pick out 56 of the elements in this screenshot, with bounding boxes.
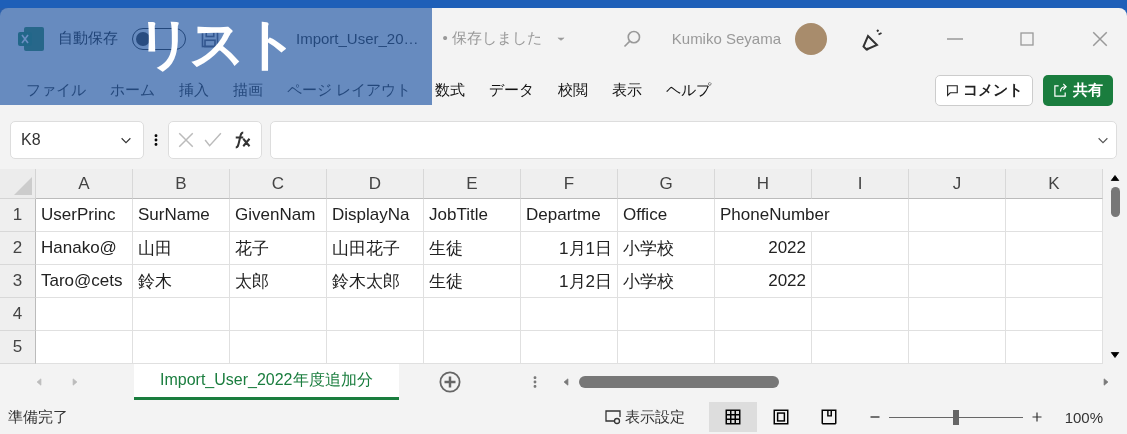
column-header[interactable]: C bbox=[230, 169, 327, 200]
row-number[interactable]: 2 bbox=[0, 232, 36, 266]
status-text: 準備完了 bbox=[8, 407, 68, 427]
page-break-icon bbox=[819, 408, 838, 427]
column-header[interactable]: D bbox=[327, 169, 424, 200]
zoom-in-icon bbox=[1030, 411, 1043, 424]
ribbon-tab[interactable]: 数式 bbox=[435, 81, 466, 101]
ribbon-tab[interactable]: ヘルプ bbox=[666, 81, 712, 101]
column-header[interactable]: E bbox=[424, 169, 521, 200]
row-number[interactable]: 3 bbox=[0, 265, 36, 299]
more-vertical-icon bbox=[152, 133, 160, 148]
display-settings-icon bbox=[603, 409, 622, 426]
check-icon bbox=[203, 131, 223, 150]
corner-triangle-icon bbox=[14, 177, 32, 196]
row-number[interactable]: 4 bbox=[0, 298, 36, 332]
maximize-icon bbox=[1019, 30, 1035, 47]
column-header[interactable]: K bbox=[1006, 169, 1103, 200]
comment-button[interactable]: コメント bbox=[935, 75, 1033, 107]
row-number[interactable]: 1 bbox=[0, 199, 36, 233]
column-header[interactable]: A bbox=[36, 169, 133, 200]
close-icon bbox=[1091, 29, 1109, 48]
plus-circle-icon bbox=[438, 371, 461, 394]
comment-icon bbox=[945, 83, 959, 98]
scroll-right-icon bbox=[1101, 376, 1111, 389]
previous-sheet-icon bbox=[34, 376, 44, 389]
minimize-icon bbox=[947, 37, 963, 40]
display-settings-button[interactable]: 表示設定 bbox=[624, 407, 685, 427]
scroll-down-icon bbox=[1109, 350, 1121, 361]
column-header[interactable]: G bbox=[618, 169, 715, 200]
next-sheet-icon bbox=[70, 376, 80, 389]
search-icon bbox=[622, 28, 642, 49]
autosave-label: 自動保存 bbox=[58, 29, 118, 49]
zoom-slider-thumb[interactable] bbox=[952, 409, 959, 425]
column-header[interactable]: F bbox=[521, 169, 618, 200]
ribbon-tab[interactable]: データ bbox=[489, 81, 535, 101]
sheet-tab[interactable]: Import_User_2022年度追加分 bbox=[134, 364, 399, 401]
horizontal-scroll-thumb[interactable] bbox=[578, 376, 779, 389]
vertical-scroll-thumb[interactable] bbox=[1110, 187, 1120, 218]
ribbon-tab[interactable]: 表示 bbox=[612, 81, 643, 101]
zoom-level[interactable]: 100% bbox=[1064, 408, 1103, 426]
column-header[interactable]: J bbox=[909, 169, 1006, 200]
caption-text: リスト bbox=[136, 16, 295, 72]
ribbon-tab[interactable]: 校閲 bbox=[558, 81, 589, 101]
avatar[interactable] bbox=[795, 22, 827, 55]
view-button[interactable] bbox=[708, 402, 757, 433]
column-header[interactable]: H bbox=[715, 169, 812, 200]
scroll-up-icon bbox=[1109, 173, 1121, 184]
grid-view-icon bbox=[723, 408, 742, 427]
column-header[interactable]: B bbox=[133, 169, 230, 200]
row-number[interactable]: 5 bbox=[0, 331, 36, 365]
name-box[interactable]: K8 bbox=[10, 121, 144, 160]
cancel-icon bbox=[177, 131, 195, 150]
share-icon bbox=[1053, 83, 1068, 99]
column-header[interactable]: I bbox=[812, 169, 909, 200]
share-button[interactable]: 共有 bbox=[1043, 75, 1113, 107]
page-layout-icon bbox=[771, 408, 790, 427]
